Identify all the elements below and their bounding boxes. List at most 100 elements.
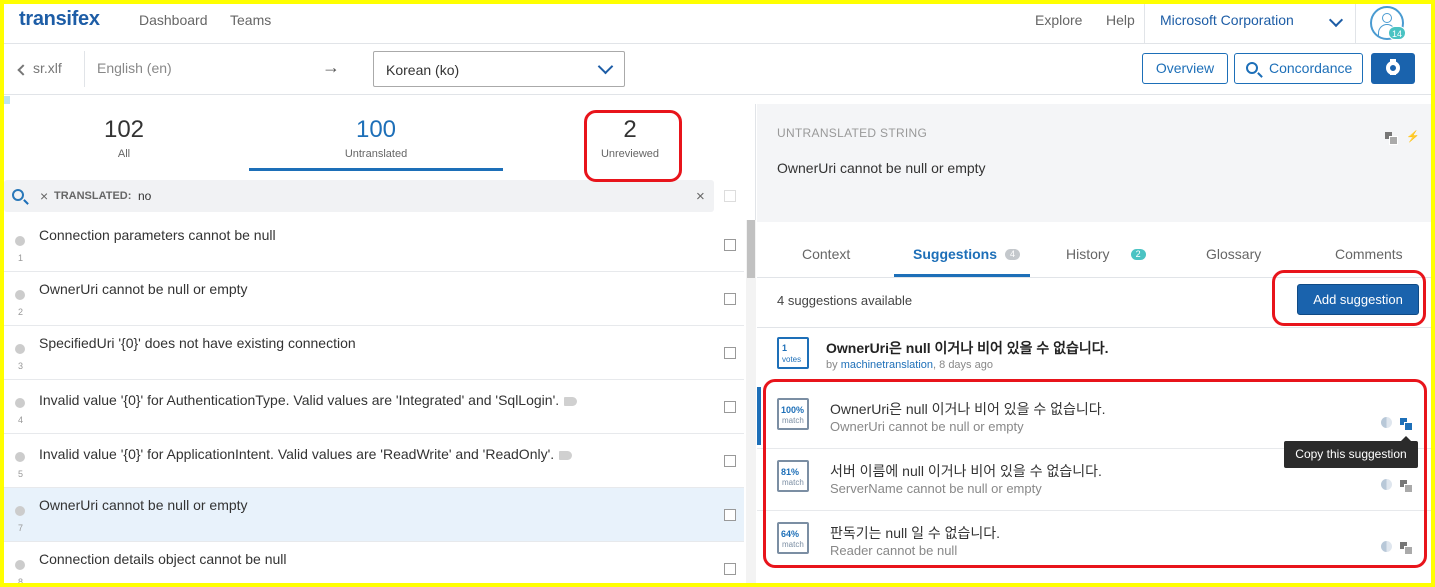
suggestion-author-link[interactable]: machinetranslation — [841, 359, 933, 371]
target-language-select[interactable]: Korean (ko) — [373, 51, 625, 87]
string-text-wrap: Invalid value '{0}' for AuthenticationTy… — [39, 392, 578, 408]
vote-count: 1 — [782, 343, 788, 353]
status-dot — [15, 398, 25, 408]
string-text-wrap: Invalid value '{0}' for ApplicationInten… — [39, 446, 573, 462]
tab-glossary[interactable]: Glossary — [1206, 246, 1261, 262]
overview-button[interactable]: Overview — [1142, 53, 1228, 84]
suggestions-badge: 4 — [1005, 249, 1021, 260]
tab-suggestions[interactable]: Suggestions 4 — [913, 246, 1021, 262]
status-dot — [15, 452, 25, 462]
tab-comments[interactable]: Comments — [1335, 246, 1403, 262]
tab-history-label: History — [1066, 246, 1110, 262]
nav-help[interactable]: Help — [1106, 12, 1135, 28]
string-row[interactable]: Connection details object cannot be null… — [4, 542, 744, 583]
string-list: Connection parameters cannot be null 1 O… — [4, 218, 744, 583]
stat-untranslated[interactable]: 100 Untranslated — [256, 116, 496, 160]
source-text: OwnerUri cannot be null or empty — [777, 160, 986, 176]
search-icon — [1246, 62, 1258, 74]
row-checkbox[interactable] — [724, 509, 736, 521]
top-navbar: transifex Dashboard Teams Explore Help M… — [4, 4, 1431, 44]
string-row[interactable]: SpecifiedUri '{0}' does not have existin… — [4, 326, 744, 380]
row-checkbox[interactable] — [724, 293, 736, 305]
string-row-selected[interactable]: OwnerUri cannot be null or empty 7 — [4, 488, 744, 542]
gear-icon — [1386, 59, 1400, 77]
concordance-button[interactable]: Concordance — [1234, 53, 1363, 84]
vote-box[interactable]: 1 votes — [777, 337, 809, 369]
string-number: 4 — [18, 415, 24, 425]
divider — [84, 51, 85, 87]
string-number: 8 — [18, 577, 24, 583]
tag-icon — [564, 396, 578, 406]
history-badge: 2 — [1130, 249, 1146, 260]
tab-context[interactable]: Context — [802, 246, 850, 262]
list-scrollbar[interactable] — [746, 220, 756, 583]
row-checkbox[interactable] — [724, 347, 736, 359]
string-row[interactable]: OwnerUri cannot be null or empty 2 — [4, 272, 744, 326]
row-checkbox[interactable] — [724, 455, 736, 467]
remove-filter-icon[interactable]: × — [40, 188, 48, 204]
suggestion-by: by — [826, 359, 841, 371]
user-icon-head — [1382, 13, 1392, 23]
source-string-panel: UNTRANSLATED STRING OwnerUri cannot be n… — [757, 104, 1431, 222]
stat-all-label: All — [117, 148, 131, 160]
arrow-right-icon: → — [322, 57, 340, 77]
settings-button[interactable] — [1371, 53, 1415, 84]
bolt-icon[interactable]: ⚡ — [1406, 130, 1420, 143]
clear-filter-icon[interactable]: × — [696, 188, 705, 205]
string-row[interactable]: Connection parameters cannot be null 1 — [4, 218, 744, 272]
copy-source-icon[interactable] — [1385, 132, 1398, 145]
status-dot — [15, 506, 25, 516]
target-language-value: Korean (ko) — [386, 62, 460, 78]
chevron-down-icon — [597, 58, 614, 75]
suggestion-meta: by machinetranslation, 8 days ago — [826, 359, 993, 371]
status-dot — [15, 290, 25, 300]
concordance-label: Concordance — [1269, 60, 1353, 76]
chevron-down-icon — [1328, 12, 1344, 28]
stat-untranslated-count: 100 — [355, 116, 397, 143]
status-dot — [15, 236, 25, 246]
suggestion-text[interactable]: OwnerUri은 null 이거나 비어 있을 수 없습니다. — [826, 338, 1109, 358]
active-tab-underline — [894, 274, 1030, 277]
app-frame: transifex Dashboard Teams Explore Help M… — [4, 4, 1431, 583]
chevron-left-icon[interactable] — [17, 64, 29, 76]
nav-teams[interactable]: Teams — [230, 12, 271, 28]
filter-bar[interactable]: × TRANSLATED: no × — [4, 180, 714, 212]
string-row[interactable]: Invalid value '{0}' for ApplicationInten… — [4, 434, 744, 488]
tab-suggestions-label: Suggestions — [913, 246, 998, 262]
divider — [757, 327, 1431, 328]
nav-explore[interactable]: Explore — [1035, 12, 1082, 28]
row-checkbox[interactable] — [724, 401, 736, 413]
row-checkbox[interactable] — [724, 239, 736, 251]
tag-icon — [559, 450, 573, 460]
filter-label: TRANSLATED: — [54, 190, 132, 202]
notification-badge[interactable]: 14 — [1388, 26, 1406, 40]
filter-value: no — [138, 189, 152, 203]
active-stat-underline — [249, 168, 503, 171]
search-icon — [12, 189, 24, 201]
string-number: 2 — [18, 307, 24, 317]
select-all-checkbox[interactable] — [724, 190, 736, 202]
string-text: Connection parameters cannot be null — [39, 227, 276, 243]
string-text: OwnerUri cannot be null or empty — [39, 281, 248, 297]
string-row[interactable]: Invalid value '{0}' for AuthenticationTy… — [4, 380, 744, 434]
highlight-add-suggestion — [1272, 270, 1426, 326]
row-checkbox[interactable] — [724, 563, 736, 575]
editor-toolbar: sr.xlf English (en) → Korean (ko) Overvi… — [4, 45, 1431, 95]
file-name-link[interactable]: sr.xlf — [33, 60, 62, 76]
nav-dashboard[interactable]: Dashboard — [139, 12, 208, 28]
stat-untranslated-label: Untranslated — [344, 148, 408, 160]
highlight-unreviewed — [584, 110, 682, 182]
string-text: SpecifiedUri '{0}' does not have existin… — [39, 335, 356, 351]
organization-dropdown[interactable]: Microsoft Corporation — [1144, 4, 1356, 44]
transifex-logo[interactable]: transifex — [19, 8, 100, 31]
stat-all[interactable]: 102 All — [4, 116, 244, 160]
string-number: 5 — [18, 469, 24, 479]
scrollbar-thumb[interactable] — [747, 220, 755, 278]
source-heading: UNTRANSLATED STRING — [777, 126, 928, 140]
suggestion-age: , 8 days ago — [933, 359, 993, 371]
highlight-tm-suggestions — [763, 379, 1427, 568]
tab-history[interactable]: History 2 — [1066, 246, 1146, 262]
progress-indicator — [4, 96, 10, 104]
status-dot — [15, 560, 25, 570]
status-dot — [15, 344, 25, 354]
